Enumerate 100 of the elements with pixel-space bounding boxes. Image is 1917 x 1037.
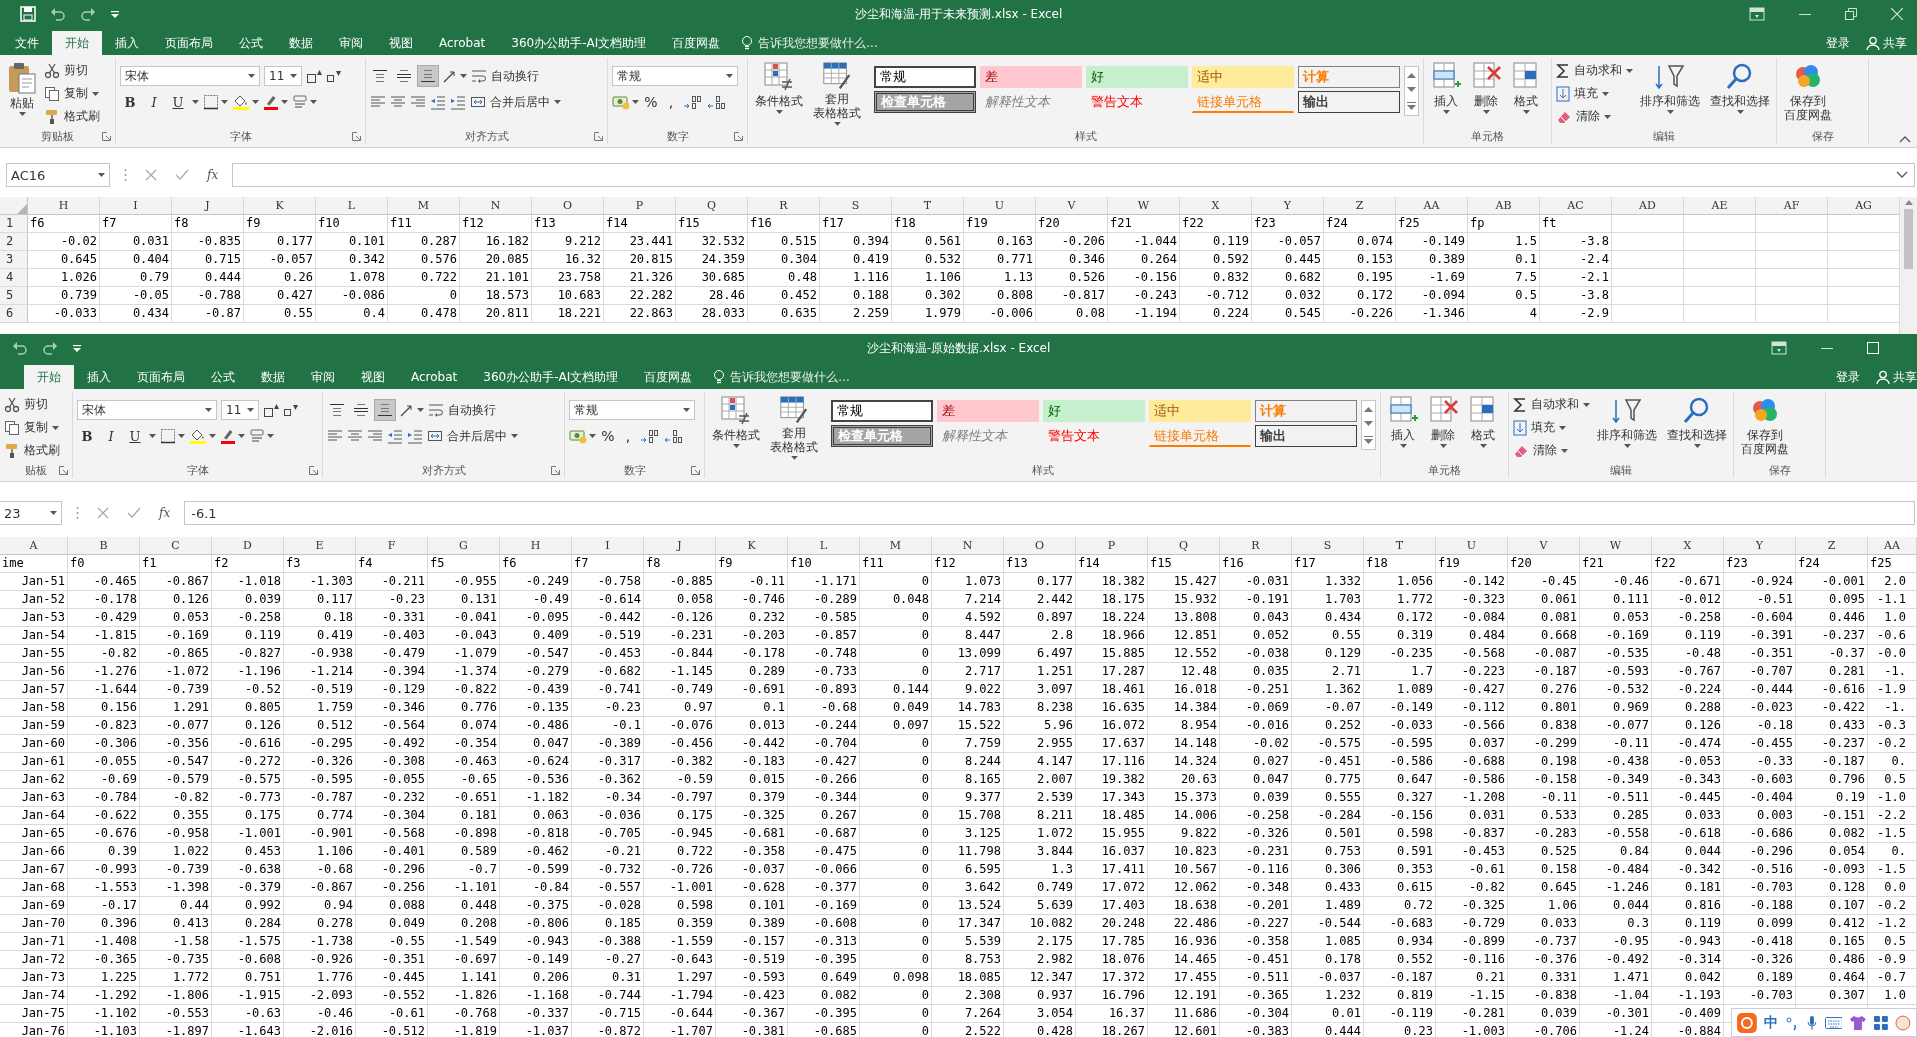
ribbon-tab[interactable]: 公式: [226, 31, 276, 55]
cut-button[interactable]: 剪切: [4, 394, 60, 415]
column-header[interactable]: I: [572, 537, 644, 555]
gallery-scroller[interactable]: [1404, 66, 1419, 116]
save-icon[interactable]: [20, 6, 36, 22]
column-header[interactable]: L: [788, 537, 860, 555]
fill-button[interactable]: 填充: [1556, 83, 1633, 104]
column-header[interactable]: F: [356, 537, 428, 555]
cell-style[interactable]: 差: [980, 66, 1082, 88]
caret-icon[interactable]: [460, 74, 467, 78]
text-orientation-icon[interactable]: [399, 402, 415, 418]
enter-icon[interactable]: [175, 169, 189, 181]
ribbon-tab[interactable]: 数据: [248, 365, 298, 389]
delete-button[interactable]: 删除: [1468, 60, 1504, 128]
dialog-launcher-icon[interactable]: [102, 132, 111, 141]
shrink-font-icon[interactable]: [326, 68, 342, 84]
italic-button[interactable]: I: [101, 426, 121, 446]
ribbon-tab[interactable]: 页面布局: [124, 365, 198, 389]
column-header[interactable]: V: [1036, 197, 1108, 215]
cell-style[interactable]: 常规: [831, 400, 933, 422]
caret-icon[interactable]: [417, 408, 424, 412]
punctuation-icon[interactable]: [1784, 1014, 1799, 1031]
cut-button[interactable]: 剪切: [44, 60, 100, 81]
align-right-icon[interactable]: [367, 428, 383, 444]
sort-filter-button[interactable]: 排序和筛选: [1594, 394, 1660, 462]
caret-icon[interactable]: [281, 100, 288, 104]
column-header[interactable]: P: [1076, 537, 1148, 555]
decrease-indent-icon[interactable]: [387, 428, 403, 444]
font-size-dropdown[interactable]: 11: [221, 400, 259, 420]
cell-style[interactable]: 警告文本: [1043, 425, 1145, 447]
row-number[interactable]: 6: [0, 305, 28, 323]
tell-me-search[interactable]: 告诉我您想要做什么...: [705, 365, 850, 389]
ribbon-tab[interactable]: 百度网盘: [659, 31, 734, 55]
comma-style-button[interactable]: ,: [663, 92, 679, 112]
column-header[interactable]: AC: [1540, 197, 1612, 215]
caret-icon[interactable]: [589, 434, 596, 438]
caret-icon[interactable]: [209, 434, 216, 438]
number-format-dropdown[interactable]: 常规: [612, 66, 738, 86]
column-header[interactable]: X: [1180, 197, 1252, 215]
decrease-decimal-icon[interactable]: [707, 94, 727, 110]
cell-style[interactable]: 差: [937, 400, 1039, 422]
column-header[interactable]: AB: [1468, 197, 1540, 215]
column-header[interactable]: W: [1580, 537, 1652, 555]
column-header[interactable]: Z: [1796, 537, 1868, 555]
italic-button[interactable]: I: [144, 92, 164, 112]
ribbon-tab[interactable]: 开始: [52, 31, 102, 55]
caret-icon[interactable]: [192, 100, 199, 104]
sign-in-link[interactable]: 登录: [1836, 368, 1860, 386]
merge-center-button[interactable]: 合并后居中: [470, 91, 561, 113]
column-header[interactable]: X: [1652, 537, 1724, 555]
fill-color-icon[interactable]: [189, 428, 207, 444]
column-header[interactable]: S: [820, 197, 892, 215]
column-header[interactable]: AF: [1756, 197, 1828, 215]
formula-input[interactable]: [232, 163, 1915, 187]
column-header[interactable]: Z: [1324, 197, 1396, 215]
ribbon-tab[interactable]: Acrobat: [398, 365, 471, 389]
ribbon-tab[interactable]: 360办公助手-AI文档助理: [498, 31, 660, 55]
percent-style-button[interactable]: %: [600, 426, 616, 446]
increase-indent-icon[interactable]: [407, 428, 423, 444]
cell-style[interactable]: 输出: [1298, 91, 1400, 113]
format-button[interactable]: 格式: [1465, 394, 1501, 462]
format-painter-button[interactable]: 格式刷: [4, 440, 60, 461]
column-header[interactable]: C: [140, 537, 212, 555]
name-box[interactable]: 23: [0, 501, 62, 525]
column-header[interactable]: R: [1220, 537, 1292, 555]
cell-style[interactable]: 好: [1086, 66, 1188, 88]
column-header[interactable]: W: [1108, 197, 1180, 215]
autosum-button[interactable]: 自动求和: [1513, 394, 1590, 415]
align-left-icon[interactable]: [370, 94, 386, 110]
caret-icon[interactable]: [632, 100, 639, 104]
row-number[interactable]: 2: [0, 233, 28, 251]
align-center-icon[interactable]: [347, 428, 363, 444]
expand-formula-icon[interactable]: [1896, 171, 1908, 179]
align-left-icon[interactable]: [327, 428, 343, 444]
column-header[interactable]: J: [644, 537, 716, 555]
column-header[interactable]: V: [1508, 537, 1580, 555]
dialog-launcher-icon[interactable]: [309, 466, 318, 475]
column-header[interactable]: T: [1364, 537, 1436, 555]
clear-button[interactable]: 清除: [1513, 440, 1590, 461]
enter-icon[interactable]: [127, 507, 141, 519]
caret-icon[interactable]: [149, 434, 156, 438]
column-header[interactable]: O: [532, 197, 604, 215]
cell-style[interactable]: 适中: [1192, 66, 1294, 88]
ribbon-tab[interactable]: 视图: [376, 31, 426, 55]
wrap-text-button[interactable]: 自动换行: [471, 65, 539, 87]
text-orientation-icon[interactable]: [442, 68, 458, 84]
number-format-dropdown[interactable]: 常规: [569, 400, 695, 420]
conditional-formatting-button[interactable]: 条件格式: [709, 394, 763, 462]
column-header[interactable]: Y: [1252, 197, 1324, 215]
delete-button[interactable]: 删除: [1425, 394, 1461, 462]
column-header[interactable]: O: [1004, 537, 1076, 555]
find-select-button[interactable]: 查找和选择: [1664, 394, 1730, 462]
ribbon-display-icon[interactable]: [1749, 7, 1765, 21]
fill-button[interactable]: 填充: [1513, 417, 1590, 438]
undo-icon[interactable]: [12, 340, 28, 356]
save-to-cloud-button[interactable]: 保存到 百度网盘: [1738, 394, 1792, 462]
ribbon-tab[interactable]: Acrobat: [426, 31, 499, 55]
ribbon-tab[interactable]: 页面布局: [152, 31, 226, 55]
column-header[interactable]: AE: [1684, 197, 1756, 215]
dialog-launcher-icon[interactable]: [594, 132, 603, 141]
